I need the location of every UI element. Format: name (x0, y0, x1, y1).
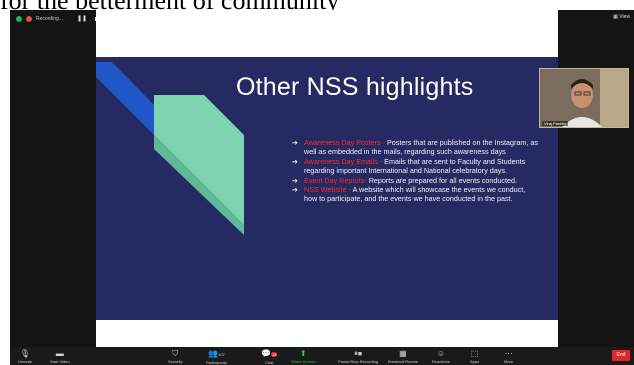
pause-stop-icon: ⏸⏹ (354, 349, 363, 358)
apps-label: Apps (470, 359, 480, 364)
participants-icon: 👥107 (208, 349, 225, 358)
bullet-highlight: Awareness Day Posters (304, 138, 381, 147)
more-label: More (504, 359, 514, 364)
security-button[interactable]: ⛉ Security (168, 349, 182, 364)
reactions-label: Reactions (432, 359, 450, 364)
security-label: Security (168, 359, 183, 364)
more-icon: ⋯ (504, 349, 513, 358)
security-shield-icon[interactable] (16, 15, 22, 22)
presentation-slide: Other NSS highlights ➔ Awareness Day Pos… (96, 57, 558, 320)
view-button[interactable]: ▦ View (613, 14, 630, 20)
unmute-label: Unmute (18, 359, 33, 364)
microphone-muted-icon: 🎙 (19, 349, 31, 358)
bullet-text: Reports are prepared for all events cond… (368, 175, 517, 185)
participants-count: 107 (218, 352, 225, 357)
more-button[interactable]: ⋯ More (504, 349, 513, 364)
chat-button[interactable]: 💬15 Chat (261, 349, 278, 365)
start-video-label: Start Video (50, 359, 70, 364)
reactions-button[interactable]: ☺ Reactions (432, 349, 450, 364)
arrow-bullet-icon: ➔ (292, 175, 299, 185)
apps-icon: ⬚ (470, 349, 479, 358)
bullet-awareness-emails: ➔ Awareness Day Emails - Emails that are… (292, 157, 540, 176)
pause-stop-recording-button[interactable]: ⏸⏹ Pause/Stop Recording (338, 349, 378, 364)
bullet-nss-website: ➔ NSS Website - A website which will sho… (292, 185, 540, 204)
chat-label: Chat (264, 360, 274, 365)
pause-recording-icon[interactable]: ❚❚ (77, 15, 87, 22)
shared-screen: Other NSS highlights ➔ Awareness Day Pos… (96, 10, 558, 350)
share-screen-icon: ⬆ (299, 349, 307, 358)
participants-button[interactable]: 👥107 Participants (206, 349, 227, 365)
arrow-bullet-icon: ➔ (292, 138, 299, 147)
recording-dot-icon (26, 15, 32, 22)
chat-badge: 15 (270, 352, 278, 357)
breakout-rooms-button[interactable]: ▦ Breakout Rooms (388, 349, 418, 364)
bullet-highlight: NSS Website (304, 185, 347, 195)
zoom-toolbar: 🎙 Unmute ▬ Start Video ⛉ Security 👥107 Parti… (10, 347, 634, 365)
speaker-video-tile[interactable]: Viraj Parekh (539, 68, 629, 128)
end-meeting-button[interactable]: End (612, 350, 630, 361)
speaker-name-label: Viraj Parekh (542, 121, 568, 126)
bullet-highlight: Event Day Reports (304, 175, 365, 185)
shield-icon: ⛉ (172, 349, 179, 358)
share-screen-button[interactable]: ⬆ Share Screen (291, 349, 315, 364)
breakout-rooms-icon: ▦ (399, 349, 407, 358)
pause-stop-recording-label: Pause/Stop Recording (338, 359, 379, 364)
arrow-bullet-icon: ➔ (292, 185, 299, 195)
bullet-highlight: Awareness Day Emails (304, 156, 378, 166)
arrow-bullet-icon: ➔ (292, 156, 299, 166)
participants-label: Participants (206, 360, 227, 365)
apps-button[interactable]: ⬚ Apps (470, 349, 479, 364)
unmute-button[interactable]: 🎙 Unmute (18, 349, 32, 364)
recording-indicator: Recording... ❚❚ (16, 15, 100, 22)
recording-label: Recording... (36, 15, 63, 22)
share-screen-label: Share Screen (291, 359, 316, 364)
view-button-label: View (619, 14, 630, 20)
zoom-meeting-window: Recording... ❚❚ You are viewing Viraj Pa… (10, 10, 634, 365)
video-off-icon: ▬ (55, 349, 64, 358)
bullet-awareness-posters: ➔ Awareness Day Posters - Posters that a… (292, 138, 540, 157)
slide-title: Other NSS highlights (236, 73, 474, 101)
start-video-button[interactable]: ▬ Start Video (50, 349, 70, 364)
breakout-rooms-label: Breakout Rooms (388, 359, 418, 364)
speaker-video-image (540, 69, 628, 127)
bullet-event-reports: ➔ Event Day Reports- Reports are prepare… (292, 176, 540, 185)
reactions-icon: ☺ (436, 349, 445, 358)
chat-icon: 💬15 (261, 349, 278, 358)
blue-stripe-shape (96, 62, 158, 139)
slide-bullet-list: ➔ Awareness Day Posters - Posters that a… (292, 138, 540, 204)
